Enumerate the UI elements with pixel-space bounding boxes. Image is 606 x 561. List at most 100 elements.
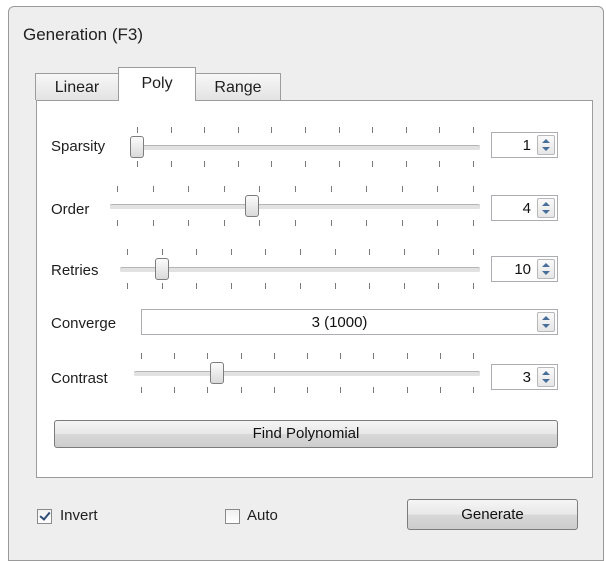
retries-slider[interactable]: [120, 249, 480, 293]
slider-tick: [153, 186, 154, 192]
spin-down-icon[interactable]: [542, 147, 550, 151]
order-spinbox[interactable]: 4: [491, 195, 558, 221]
spin-down-icon[interactable]: [542, 324, 550, 328]
slider-tick: [224, 220, 225, 226]
slider-tick: [207, 353, 208, 359]
spin-down-icon[interactable]: [542, 271, 550, 275]
slider-tick: [174, 387, 175, 393]
slider-tick: [406, 127, 407, 133]
slider-tick: [265, 283, 266, 289]
slider-tick: [196, 283, 197, 289]
slider-tick: [307, 387, 308, 393]
slider-tick: [207, 387, 208, 393]
slider-tick: [438, 249, 439, 255]
invert-label: Invert: [60, 507, 98, 524]
slider-tick: [231, 283, 232, 289]
slider-tick: [335, 283, 336, 289]
slider-tick: [335, 249, 336, 255]
slider-tick: [162, 249, 163, 255]
slider-tick: [271, 127, 272, 133]
auto-label: Auto: [247, 507, 278, 524]
spin-down-icon[interactable]: [542, 210, 550, 214]
slider-track[interactable]: [110, 204, 480, 210]
contrast-spin-buttons[interactable]: [537, 367, 555, 387]
slider-track[interactable]: [134, 371, 480, 377]
slider-thumb[interactable]: [130, 136, 144, 158]
converge-label: Converge: [51, 315, 117, 332]
slider-tick: [437, 220, 438, 226]
slider-tick: [174, 353, 175, 359]
slider-tick: [171, 161, 172, 167]
spin-up-icon[interactable]: [542, 139, 550, 143]
slider-tick: [331, 186, 332, 192]
slider-tick: [473, 220, 474, 226]
tab-poly[interactable]: Poly: [118, 67, 196, 101]
slider-thumb[interactable]: [155, 258, 169, 280]
converge-spinbox[interactable]: 3 (1000): [141, 309, 558, 335]
invert-checkbox[interactable]: [37, 509, 52, 524]
slider-tick: [340, 353, 341, 359]
slider-tick: [265, 249, 266, 255]
slider-tick: [339, 127, 340, 133]
slider-tick: [369, 249, 370, 255]
generate-button[interactable]: Generate: [407, 499, 578, 530]
slider-tick: [340, 387, 341, 393]
find-polynomial-button[interactable]: Find Polynomial: [54, 420, 558, 448]
slider-tick: [127, 249, 128, 255]
slider-tick: [369, 283, 370, 289]
slider-tick: [372, 127, 373, 133]
sparsity-spinbox[interactable]: 1: [491, 132, 558, 158]
contrast-value: 3: [522, 369, 531, 386]
slider-tick: [153, 220, 154, 226]
slider-tick: [407, 387, 408, 393]
slider-thumb[interactable]: [245, 195, 259, 217]
slider-tick: [372, 161, 373, 167]
spin-up-icon[interactable]: [542, 263, 550, 267]
slider-thumb[interactable]: [210, 362, 224, 384]
slider-tick: [204, 161, 205, 167]
slider-tick: [439, 161, 440, 167]
tab-range[interactable]: Range: [195, 73, 281, 100]
slider-tick: [141, 387, 142, 393]
slider-tick: [274, 353, 275, 359]
order-value: 4: [522, 200, 531, 217]
sparsity-spin-buttons[interactable]: [537, 135, 555, 155]
order-slider[interactable]: [110, 186, 480, 230]
retries-spinbox[interactable]: 10: [491, 256, 558, 282]
converge-spin-buttons[interactable]: [537, 312, 555, 332]
slider-tick: [162, 283, 163, 289]
sparsity-slider[interactable]: [130, 127, 480, 171]
tab-linear[interactable]: Linear: [35, 73, 119, 100]
slider-tick: [238, 161, 239, 167]
spin-up-icon[interactable]: [542, 316, 550, 320]
spin-up-icon[interactable]: [542, 371, 550, 375]
slider-tick: [171, 127, 172, 133]
slider-tick: [404, 283, 405, 289]
slider-tick: [473, 283, 474, 289]
slider-tick: [271, 161, 272, 167]
slider-tick: [295, 186, 296, 192]
contrast-spinbox[interactable]: 3: [491, 364, 558, 390]
slider-tick: [437, 186, 438, 192]
spin-up-icon[interactable]: [542, 202, 550, 206]
slider-tick: [373, 353, 374, 359]
slider-tick: [473, 127, 474, 133]
contrast-slider[interactable]: [134, 353, 480, 397]
slider-tick: [204, 127, 205, 133]
order-label: Order: [51, 201, 90, 218]
slider-tick: [137, 127, 138, 133]
slider-tick: [241, 353, 242, 359]
retries-spin-buttons[interactable]: [537, 259, 555, 279]
slider-tick: [305, 127, 306, 133]
auto-checkbox[interactable]: [225, 509, 240, 524]
slider-tick: [300, 283, 301, 289]
slider-track[interactable]: [130, 145, 480, 151]
spin-down-icon[interactable]: [542, 379, 550, 383]
slider-track[interactable]: [120, 267, 480, 273]
slider-tick: [406, 161, 407, 167]
slider-tick: [438, 283, 439, 289]
slider-tick: [137, 161, 138, 167]
slider-tick: [117, 220, 118, 226]
slider-tick: [366, 186, 367, 192]
order-spin-buttons[interactable]: [537, 198, 555, 218]
